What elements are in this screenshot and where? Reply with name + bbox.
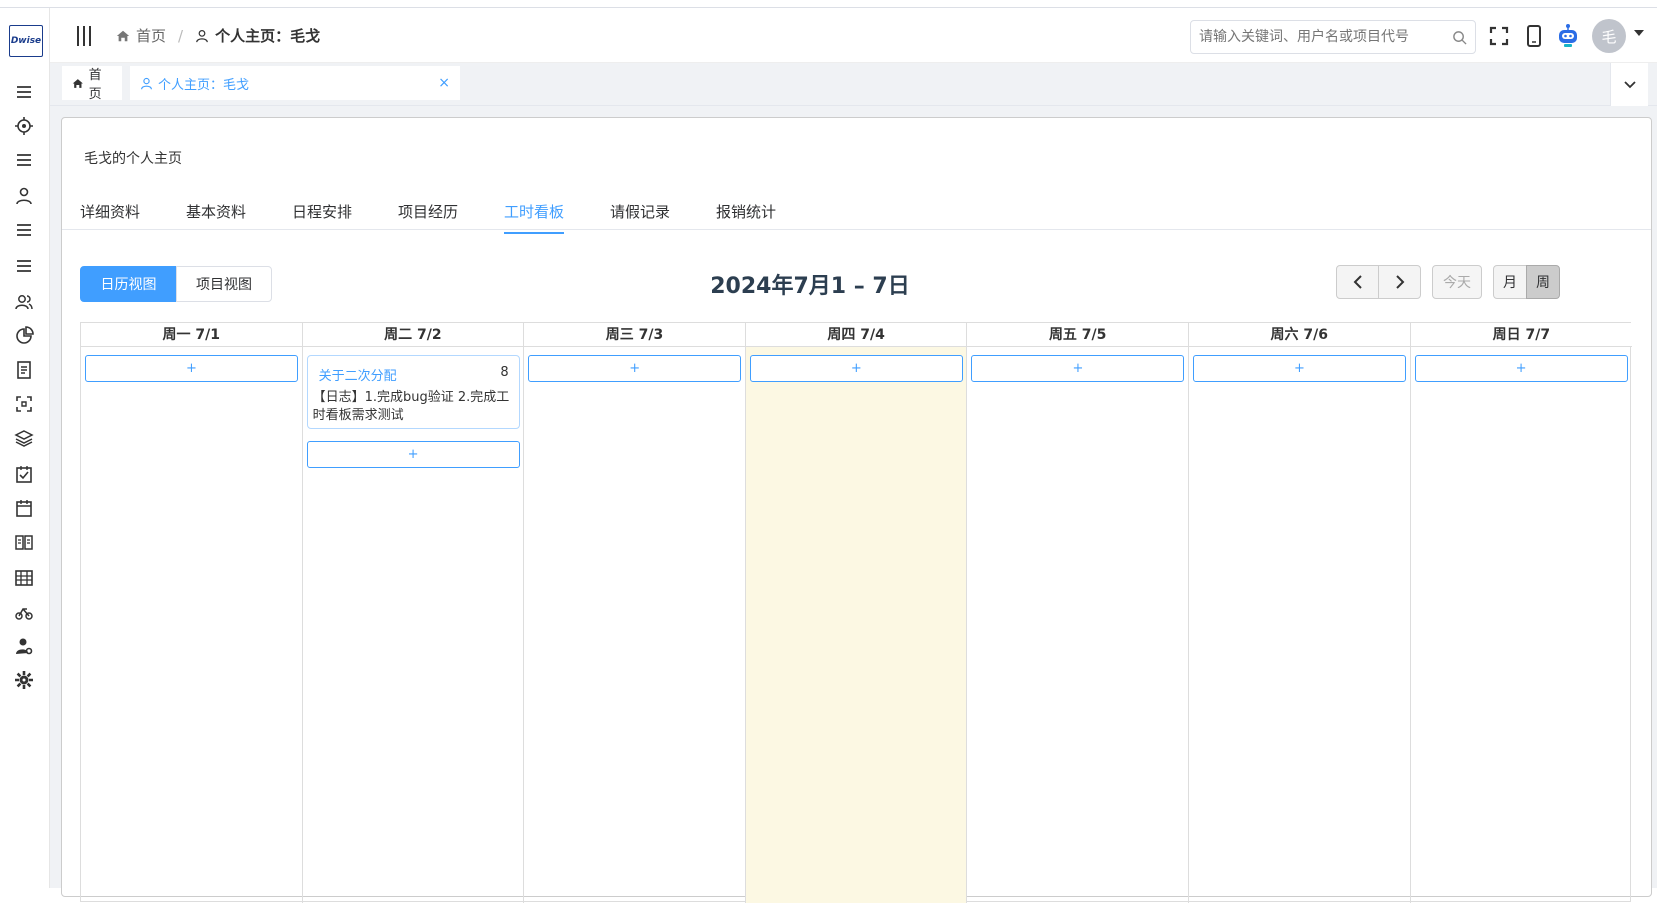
gear-icon[interactable] <box>12 668 36 692</box>
users-icon[interactable] <box>12 290 36 314</box>
breadcrumb-separator: / <box>178 26 184 45</box>
day-header: 周五 7/5 <box>967 323 1188 347</box>
tag-current-label: 个人主页：毛戈 <box>158 77 250 93</box>
user-icon <box>196 29 208 42</box>
hamburger-icon[interactable] <box>74 24 94 48</box>
mobile-icon[interactable] <box>1522 24 1546 48</box>
robot-icon[interactable] <box>1556 24 1580 48</box>
main-area: 毛戈的个人主页 详细资料 基本资料 日程安排 项目经历 工时看板 请假记录 报销… <box>50 106 1657 903</box>
week-view-button[interactable]: 周 <box>1526 265 1560 299</box>
scan-icon[interactable] <box>12 392 36 416</box>
tags-dropdown-button[interactable] <box>1610 63 1648 106</box>
menu-icon[interactable] <box>12 80 36 104</box>
day-header: 周三 7/3 <box>524 323 745 347</box>
list-icon[interactable] <box>12 254 36 278</box>
user-settings-icon[interactable] <box>12 634 36 658</box>
caret-down-icon[interactable] <box>1634 30 1644 36</box>
chevron-right-icon <box>1395 275 1404 289</box>
tag-home-label: 首页 <box>88 68 102 102</box>
home-icon <box>116 30 130 41</box>
sidebar: Dwise <box>0 8 50 888</box>
entry-log: 【日志】1.完成bug验证 2.完成工时看板需求测试 <box>312 390 510 423</box>
list-icon[interactable] <box>12 218 36 242</box>
search-box <box>1190 20 1476 54</box>
tag-current[interactable]: 个人主页：毛戈 × <box>130 66 460 100</box>
add-entry-button[interactable]: + <box>749 355 963 382</box>
day-column: 周六 7/6 + <box>1189 323 1411 903</box>
header: 首页 / 个人主页：毛戈 毛 <box>50 8 1657 63</box>
checklist-icon[interactable] <box>12 462 36 486</box>
profile-card: 毛戈的个人主页 详细资料 基本资料 日程安排 项目经历 工时看板 请假记录 报销… <box>61 117 1652 903</box>
top-border <box>0 0 1657 8</box>
home-icon <box>72 78 83 88</box>
pie-chart-icon[interactable] <box>12 324 36 348</box>
tags-view: 首页 个人主页：毛戈 × <box>50 63 1657 106</box>
calendar-view-button[interactable]: 日历视图 <box>80 266 177 302</box>
month-view-button[interactable]: 月 <box>1493 265 1527 299</box>
day-column: 周二 7/2 关于二次分配 8 【日志】1.完成bug验证 2.完成工时看板需求… <box>302 323 525 903</box>
fullscreen-icon[interactable] <box>1487 24 1511 48</box>
breadcrumb-current: 个人主页：毛戈 <box>215 27 321 45</box>
app-logo[interactable]: Dwise <box>9 25 43 57</box>
prev-button[interactable] <box>1336 265 1379 299</box>
book-icon[interactable] <box>12 530 36 554</box>
tab-details[interactable]: 详细资料 <box>80 201 140 232</box>
document-icon[interactable] <box>12 358 36 382</box>
layers-icon[interactable] <box>12 426 36 450</box>
day-column: 周三 7/3 + <box>524 323 746 903</box>
day-header: 周四 7/4 <box>745 323 967 347</box>
profile-tabs: 详细资料 基本资料 日程安排 项目经历 工时看板 请假记录 报销统计 <box>62 186 1651 234</box>
search-input[interactable] <box>1191 21 1431 53</box>
avatar[interactable]: 毛 <box>1592 19 1626 53</box>
day-header: 周六 7/6 <box>1189 323 1410 347</box>
tab-leave-records[interactable]: 请假记录 <box>610 201 670 232</box>
add-entry-button[interactable]: + <box>85 355 298 382</box>
week-calendar-grid: 周一 7/1 + 周二 7/2 关于二次分配 8 【日志】1.完成bug验证 2… <box>80 322 1633 903</box>
breadcrumb-home[interactable]: 首页 <box>136 25 166 46</box>
table-icon[interactable] <box>12 566 36 590</box>
tab-timesheet[interactable]: 工时看板 <box>504 201 565 234</box>
bike-icon[interactable] <box>12 600 36 624</box>
day-header: 周二 7/2 <box>302 323 524 347</box>
tab-basic-info[interactable]: 基本资料 <box>186 201 246 232</box>
entry-project[interactable]: 关于二次分配 <box>319 365 397 384</box>
day-header: 周日 7/7 <box>1410 323 1633 347</box>
list-icon[interactable] <box>12 148 36 172</box>
tab-schedule[interactable]: 日程安排 <box>292 201 352 232</box>
add-entry-button[interactable]: + <box>306 441 520 468</box>
entry-hours: 8 <box>500 365 509 380</box>
target-icon[interactable] <box>12 114 36 138</box>
page-title: 毛戈的个人主页 <box>84 151 182 167</box>
close-icon[interactable]: × <box>438 75 450 91</box>
next-button[interactable] <box>1378 265 1421 299</box>
calendar-icon[interactable] <box>12 496 36 520</box>
search-icon[interactable] <box>1452 30 1467 45</box>
add-entry-button[interactable]: + <box>528 355 742 382</box>
user-icon <box>141 77 152 89</box>
add-entry-button[interactable]: + <box>971 355 1185 382</box>
chevron-left-icon <box>1353 275 1362 289</box>
tag-home[interactable]: 首页 <box>62 66 122 102</box>
day-column: 周一 7/1 + <box>81 323 303 903</box>
today-button[interactable]: 今天 <box>1432 265 1482 299</box>
add-entry-button[interactable]: + <box>1414 355 1628 382</box>
calendar-title: 2024年7月1 – 7日 <box>710 274 910 299</box>
day-header: 周一 7/1 <box>81 323 302 347</box>
add-entry-button[interactable]: + <box>1193 355 1406 382</box>
timesheet-entry[interactable]: 关于二次分配 8 【日志】1.完成bug验证 2.完成工时看板需求测试 <box>306 355 520 429</box>
breadcrumb: 首页 / 个人主页：毛戈 <box>116 25 320 46</box>
tab-project-history[interactable]: 项目经历 <box>398 201 458 232</box>
day-column: 周日 7/7 + <box>1410 323 1633 903</box>
user-icon[interactable] <box>12 184 36 208</box>
day-column-today: 周四 7/4 + <box>745 323 968 903</box>
tab-reimbursement[interactable]: 报销统计 <box>716 201 776 232</box>
day-column: 周五 7/5 + <box>967 323 1189 903</box>
chevron-down-icon <box>1623 80 1636 88</box>
project-view-button[interactable]: 项目视图 <box>176 266 272 302</box>
